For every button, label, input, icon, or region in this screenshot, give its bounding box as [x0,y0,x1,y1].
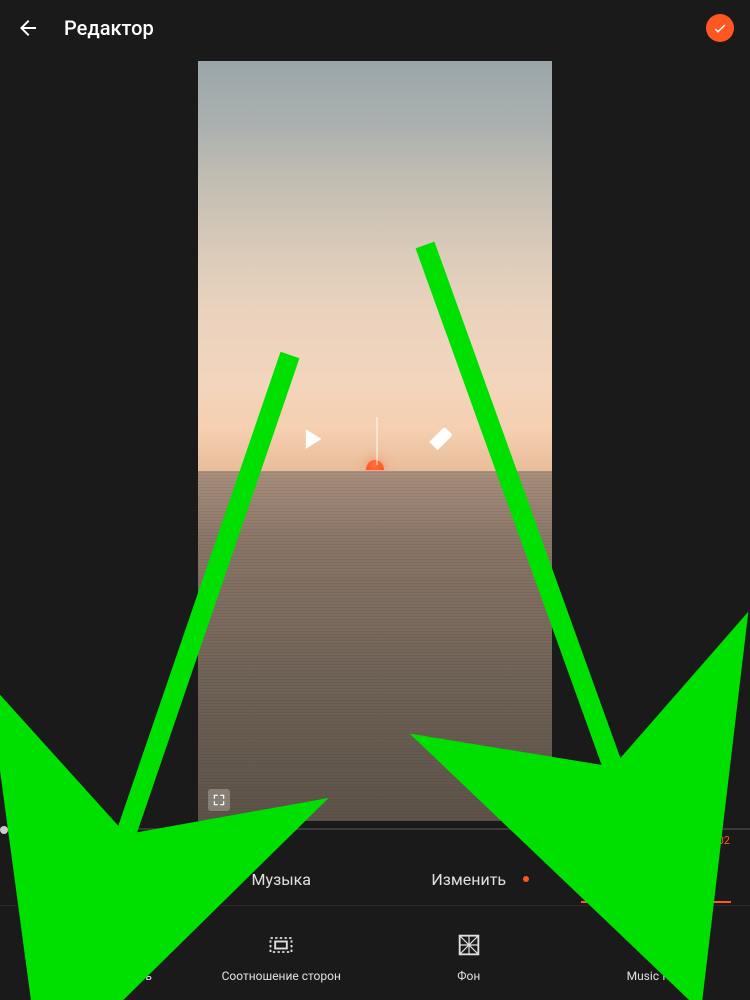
timeline[interactable]: 00:00 00:02 [0,826,750,854]
aspect-ratio-icon [267,931,295,959]
back-button[interactable] [16,16,40,40]
tab-theme[interactable]: Тема [0,870,188,889]
tab-edit[interactable]: Изменить [375,870,563,889]
preview-sea [198,471,552,821]
center-controls [295,417,456,465]
check-icon [712,20,728,36]
tab-bar: Тема Музыка Изменить Настройки [0,854,750,906]
tool-duration[interactable]: Продолжительность [0,931,188,983]
tab-settings[interactable]: Настройки [563,870,750,889]
divider [377,417,378,465]
indicator-dot-icon [523,876,529,882]
eraser-button[interactable] [426,424,456,458]
play-button[interactable] [295,422,329,460]
tool-aspect-ratio[interactable]: Соотношение сторон [188,931,376,983]
video-frame[interactable] [198,61,552,821]
tab-music[interactable]: Музыка [188,870,376,889]
tool-row: Продолжительность Соотношение сторон Фон… [0,906,750,1000]
timeline-handle[interactable] [0,826,8,834]
time-end: 00:02 [703,834,730,847]
play-icon [295,422,329,456]
expand-button[interactable] [208,789,230,811]
tab-label: Музыка [252,870,311,889]
header: Редактор [0,0,750,56]
time-start: 00:00 [20,834,47,847]
timeline-track[interactable] [0,828,750,830]
tool-label: Фон [457,969,480,983]
page-title: Редактор [64,16,706,40]
tab-label: Изменить [431,870,506,889]
tool-music-fade[interactable]: Music fade [563,931,750,983]
tool-label: Соотношение сторон [222,969,341,983]
background-icon [455,931,483,959]
music-fade-icon [642,931,670,959]
eraser-icon [426,424,456,454]
back-arrow-icon [16,16,40,40]
tool-label: Продолжительность [36,969,152,983]
tool-label: Music fade [627,969,686,983]
confirm-button[interactable] [706,14,734,42]
preview-area [0,56,750,826]
clock-icon [80,931,108,959]
tab-label: Настройки [616,870,697,889]
tab-label: Тема [75,870,113,889]
expand-icon [212,793,226,807]
tool-background[interactable]: Фон [375,931,563,983]
preview-sky [198,61,552,471]
